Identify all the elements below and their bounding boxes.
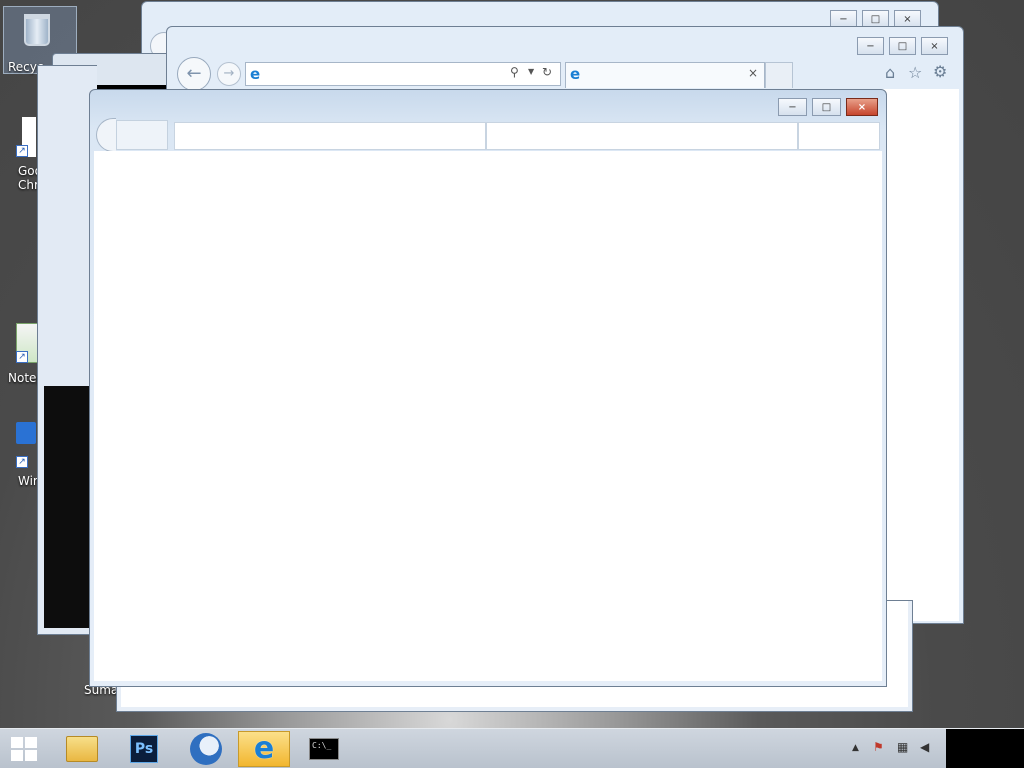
network-icon[interactable]: ▦ (897, 740, 908, 754)
recycle-bin-icon (24, 14, 50, 46)
home-icon[interactable]: ⌂ (885, 63, 895, 82)
new-tab-button[interactable] (765, 62, 793, 88)
shortcut-arrow-icon: ↗ (16, 351, 28, 363)
back-button-icon[interactable]: ← (177, 57, 211, 91)
close-button[interactable]: × (921, 37, 948, 55)
desktop-icon-label: Wir (18, 474, 38, 488)
maximize-button[interactable]: □ (812, 98, 841, 116)
taskbar-command-prompt[interactable]: C:\_ (298, 731, 350, 767)
ie-icon: e (570, 65, 581, 83)
refresh-icon[interactable]: ↻ (542, 65, 552, 79)
thunderbird-icon (190, 733, 222, 765)
front-window[interactable]: − □ × (89, 89, 887, 687)
windows-start-icon (11, 737, 37, 761)
cmd-icon: C:\_ (309, 738, 339, 760)
taskbar-file-explorer[interactable] (56, 731, 108, 767)
maximize-button[interactable]: □ (889, 37, 916, 55)
taskbar-thunderbird[interactable] (180, 731, 232, 767)
shortcut-arrow-icon: ↗ (16, 145, 28, 157)
volume-muted-icon[interactable]: ◀ (920, 740, 929, 754)
dropdown-icon[interactable]: ▼ (528, 67, 534, 76)
taskbar-photoshop[interactable]: Ps (118, 731, 170, 767)
desktop-icon-label: Chr (18, 178, 39, 192)
background-window[interactable] (37, 65, 97, 635)
nav-area (116, 120, 168, 150)
ie-icon: e (250, 65, 261, 83)
action-center-icon[interactable]: ⚑ (873, 740, 884, 754)
settings-gear-icon[interactable]: ⚙ (933, 62, 947, 81)
caption-buttons: − □ × (778, 98, 880, 116)
ie-icon: e (253, 731, 275, 766)
minimize-button[interactable]: − (857, 37, 884, 55)
toolbar-area[interactable] (798, 122, 880, 150)
taskbar: Ps e C:\_ ▲ ⚑ ▦ ◀ (0, 728, 1024, 768)
close-button[interactable]: × (846, 98, 878, 116)
back-button-icon[interactable] (96, 118, 116, 152)
start-button[interactable] (0, 731, 48, 767)
photoshop-icon: Ps (130, 735, 158, 763)
tab-close-icon[interactable]: × (748, 66, 758, 80)
browser-tab[interactable] (486, 122, 798, 150)
folder-icon (66, 736, 98, 762)
browser-tab[interactable]: e × (565, 62, 765, 88)
page-content[interactable] (94, 151, 882, 681)
taskbar-internet-explorer[interactable]: e (238, 731, 290, 767)
forward-button-icon[interactable]: → (217, 62, 241, 86)
shortcut-arrow-icon: ↗ (16, 456, 28, 468)
tray-chevron-icon[interactable]: ▲ (852, 743, 859, 753)
address-bar[interactable]: e ⚲ ▼ ↻ (245, 62, 561, 86)
search-icon[interactable]: ⚲ (510, 65, 519, 79)
clock-area[interactable] (946, 729, 1024, 768)
shortcut-icon (16, 422, 36, 444)
desktop: Recyc ↗ Goo Chr ↗ Notep ↗ Wir Suma − □ × (0, 0, 1024, 768)
caption-buttons: − □ × (857, 37, 957, 55)
minimize-button[interactable]: − (778, 98, 807, 116)
address-bar[interactable] (174, 122, 486, 150)
favorites-star-icon[interactable]: ☆ (908, 63, 922, 82)
